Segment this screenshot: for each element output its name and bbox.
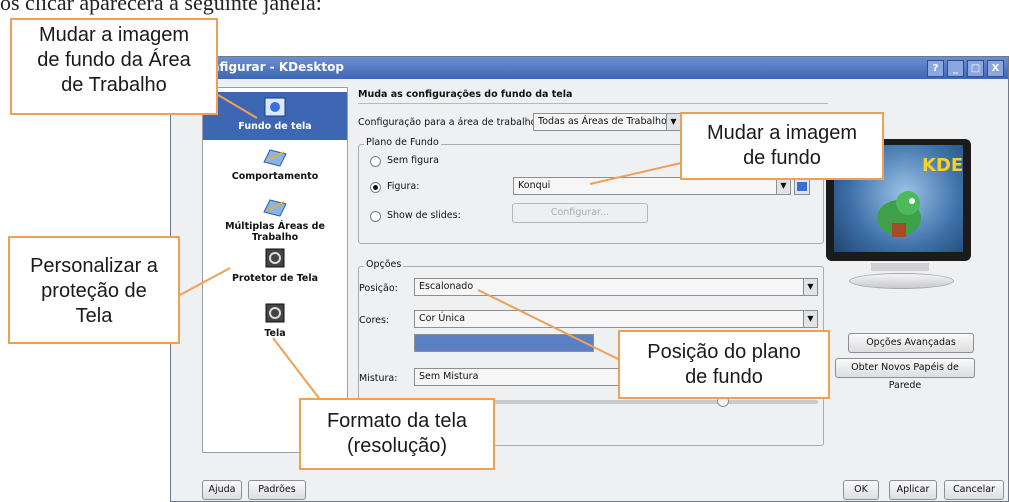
callout-personalizar-protecao: Personalizar a proteção de Tela xyxy=(8,236,180,344)
callout-line: de Trabalho xyxy=(61,74,167,96)
connector-mudar-fundo xyxy=(589,159,695,185)
connector-posicao xyxy=(477,289,621,361)
callout-mudar-imagem-fundo: Mudar a imagem de fundo xyxy=(680,112,884,180)
callout-line: proteção de xyxy=(41,280,147,302)
callout-line: Formato da tela xyxy=(326,410,468,432)
callout-line: Personalizar a xyxy=(30,255,158,277)
callout-line: Mudar a imagem xyxy=(706,122,858,144)
connector-personalizar xyxy=(177,267,231,297)
callout-line: Mudar a imagem xyxy=(38,24,190,46)
callout-line: de fundo xyxy=(685,366,763,388)
callout-line: (resolução) xyxy=(346,435,448,457)
callout-line: de fundo da Área xyxy=(37,49,191,71)
callout-mudar-imagem-area: Mudar a imagem de fundo da Área de Traba… xyxy=(10,18,218,115)
callout-formato-tela: Formato da tela (resolução) xyxy=(299,398,495,470)
callout-posicao-plano: Posição do plano de fundo xyxy=(618,330,830,399)
callout-line: Posição do plano xyxy=(647,341,801,363)
callout-line: de fundo xyxy=(743,147,821,169)
callout-line: Tela xyxy=(75,305,113,327)
connector-mudar-area xyxy=(217,94,258,119)
